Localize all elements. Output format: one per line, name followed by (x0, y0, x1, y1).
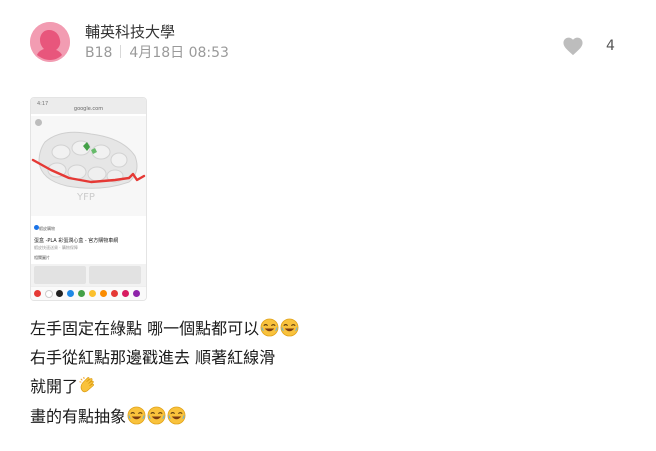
body-line-3: 就開了 (30, 373, 97, 397)
avatar[interactable] (30, 22, 70, 62)
body-line-4-text: 畫的有點抽象 (30, 407, 127, 426)
watermark-text: YFP (76, 192, 95, 203)
body-line-1: 左手固定在綠點 哪一個點都可以 (30, 315, 299, 339)
result-subtitle: 蝦皮快速送貨 · 購物保障 (34, 245, 78, 250)
face-with-tears-of-joy-icon (147, 406, 166, 425)
egg-carton-image: YFP (31, 116, 146, 216)
body-line-4: 畫的有點抽象 (30, 403, 186, 427)
clapping-hands-icon (78, 376, 97, 395)
face-with-tears-of-joy-icon (260, 318, 279, 337)
body-line-1-text: 左手固定在綠點 哪一個點都可以 (30, 319, 260, 338)
face-with-tears-of-joy-icon (127, 406, 146, 425)
result-card[interactable]: 蝦皮購物 蛋盒 -PLA 彩蛋潤心盒 - 官方購物車網 蝦皮快速送貨 · 購物保… (31, 216, 146, 264)
attached-image[interactable]: 4:17 google.com YFP 蝦皮購物 蛋盒 -PLA 彩蛋潤心盒 -… (30, 97, 147, 301)
related-thumbnails (31, 264, 146, 286)
browser-url: google.com (73, 106, 104, 112)
result-title: 蛋盒 -PLA 彩蛋潤心盒 - 官方購物車網 (34, 238, 119, 244)
avatar-silhouette-icon (30, 22, 70, 62)
post-date: 4月18日 08:53 (129, 45, 229, 61)
like-count: 4 (606, 38, 615, 54)
heart-icon[interactable] (562, 36, 584, 56)
result-source: 蝦皮購物 (39, 226, 55, 231)
post-meta: B18 4月18日 08:53 (85, 42, 229, 62)
floor-number: B18 (85, 45, 113, 61)
markup-color-palette (31, 286, 146, 300)
related-label: 相關圖片 (34, 255, 50, 260)
body-line-3-text: 就開了 (30, 377, 79, 396)
face-with-tears-of-joy-icon (167, 406, 186, 425)
author-name[interactable]: 輔英科技大學 (85, 21, 175, 42)
meta-divider (120, 45, 122, 58)
close-icon[interactable] (35, 119, 42, 126)
face-with-tears-of-joy-icon (280, 318, 299, 337)
body-line-2: 右手從紅點那邊戳進去 順著紅線滑 (30, 348, 276, 367)
